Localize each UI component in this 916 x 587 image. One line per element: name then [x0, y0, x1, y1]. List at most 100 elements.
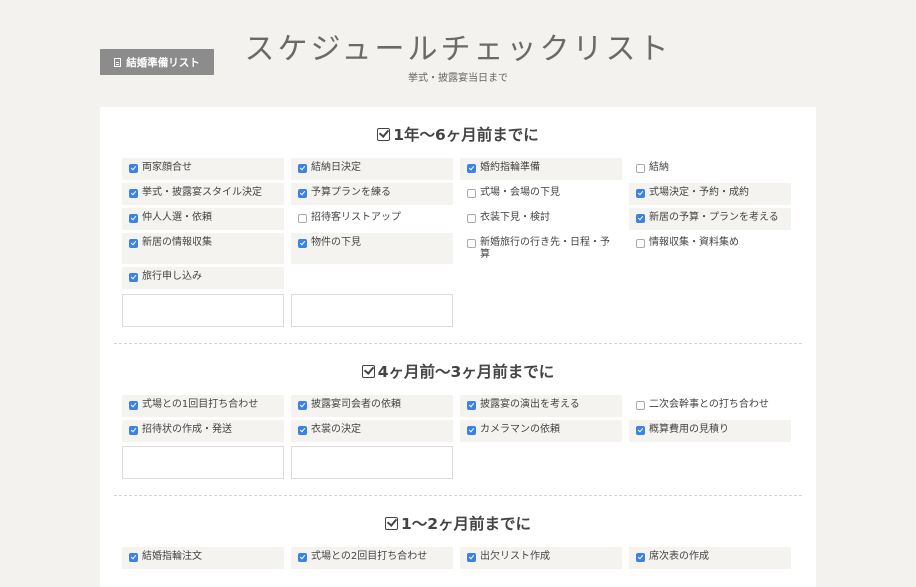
checklist-item-label: 旅行申し込み [142, 271, 202, 282]
checklist-item-label: 新居の予算・プランを考える [649, 212, 779, 223]
checkbox[interactable] [467, 188, 476, 198]
checkbox[interactable] [298, 213, 307, 223]
checklist-item-label: 出欠リスト作成 [480, 551, 550, 562]
custom-item-input[interactable] [122, 294, 284, 327]
checklist-item[interactable]: 出欠リスト作成 [460, 547, 622, 569]
checklist-item[interactable]: 結納 [629, 158, 791, 180]
checklist-item[interactable]: 新婚旅行の行き先・日程・予算 [460, 233, 622, 264]
checklist-panel: 1年〜6ヶ月前までに 両家顔合せ 結納日決定 婚約指輪準備 結納挙式・披露宴スタイル決… [100, 107, 816, 587]
checklist-item[interactable]: 結婚指輪注文 [122, 547, 284, 569]
checklist-item[interactable]: 新居の情報収集 [122, 233, 284, 264]
checklist-item[interactable]: 予算プランを練る [291, 183, 453, 205]
checklist-item[interactable]: 衣裳の決定 [291, 420, 453, 442]
checklist-item-label: 招待客リストアップ [311, 212, 401, 223]
section-title-2: 4ヶ月前〜3ヶ月前までに [100, 360, 816, 382]
checklist-item-label: 式場との1回目打ち合わせ [142, 399, 259, 410]
checklist-item[interactable]: 二次会幹事との打ち合わせ [629, 395, 791, 417]
checklist-item-label: 両家顔合せ [142, 162, 192, 173]
checklist-item[interactable]: 披露宴の演出を考える [460, 395, 622, 417]
checklist-item-label: 結納 [649, 162, 669, 173]
section-divider [114, 495, 802, 496]
checkbox[interactable] [129, 425, 138, 435]
checkbox[interactable] [129, 188, 138, 198]
checklist-item-label: 情報収集・資料集め [649, 237, 739, 248]
checklist-item-label: 席次表の作成 [649, 551, 709, 562]
checkbox[interactable] [467, 425, 476, 435]
checklist-item[interactable]: 仲人人選・依頼 [122, 208, 284, 230]
checklist-item-label: 式場との2回目打ち合わせ [311, 551, 428, 562]
checklist-item-label: 結納日決定 [311, 162, 361, 173]
checkbox[interactable] [298, 552, 307, 562]
custom-item-input[interactable] [291, 294, 453, 327]
checkbox[interactable] [467, 163, 476, 173]
checkbox[interactable] [636, 238, 645, 248]
checklist-item-label: 婚約指輪準備 [480, 162, 540, 173]
checkbox[interactable] [129, 238, 138, 248]
check-square-icon [384, 516, 398, 530]
checklist-grid-3: 結婚指輪注文 式場との2回目打ち合わせ 出欠リスト作成 席次表の作成 [122, 547, 794, 569]
page-title: スケジュールチェックリスト [244, 32, 672, 67]
custom-item-input[interactable] [291, 446, 453, 479]
checkbox[interactable] [129, 400, 138, 410]
checklist-item[interactable]: 情報収集・資料集め [629, 233, 791, 264]
checklist-item-label: 新居の情報収集 [142, 237, 212, 248]
checklist-item[interactable]: 衣装下見・検討 [460, 208, 622, 230]
checklist-item-label: 衣裳の決定 [311, 424, 361, 435]
checklist-grid-1: 両家顔合せ 結納日決定 婚約指輪準備 結納挙式・披露宴スタイル決定 予算プランを練る 式場… [122, 158, 794, 289]
checklist-item[interactable]: 式場との1回目打ち合わせ [122, 395, 284, 417]
check-square-icon [377, 127, 391, 141]
checklist-item[interactable]: 式場との2回目打ち合わせ [291, 547, 453, 569]
checklist-item-label: 衣装下見・検討 [480, 212, 550, 223]
checklist-item-label: 挙式・披露宴スタイル決定 [142, 187, 262, 198]
checklist-grid-2: 式場との1回目打ち合わせ 披露宴司会者の依頼 披露宴の演出を考える 二次会幹事との打ち… [122, 395, 794, 442]
checkbox[interactable] [298, 188, 307, 198]
checkbox[interactable] [129, 272, 138, 282]
checkbox[interactable] [129, 163, 138, 173]
checklist-item[interactable]: 新居の予算・プランを考える [629, 208, 791, 230]
checklist-item[interactable]: 結納日決定 [291, 158, 453, 180]
checklist-item[interactable]: カメラマンの依頼 [460, 420, 622, 442]
checkbox[interactable] [467, 400, 476, 410]
checklist-item-label: 披露宴の演出を考える [480, 399, 580, 410]
section-title-text: 4ヶ月前〜3ヶ月前までに [377, 363, 555, 381]
page-subtitle: 挙式・披露宴当日まで [408, 73, 508, 84]
checklist-item[interactable]: 式場・会場の下見 [460, 183, 622, 205]
checkbox[interactable] [636, 213, 645, 223]
checklist-item[interactable]: 概算費用の見積り [629, 420, 791, 442]
checkbox[interactable] [636, 400, 645, 410]
section-title-text: 1年〜6ヶ月前までに [393, 126, 539, 144]
checkbox[interactable] [298, 238, 307, 248]
checklist-item[interactable]: 両家顔合せ [122, 158, 284, 180]
checklist-item[interactable]: 披露宴司会者の依頼 [291, 395, 453, 417]
checkbox[interactable] [129, 213, 138, 223]
custom-item-input[interactable] [122, 446, 284, 479]
checkbox[interactable] [636, 188, 645, 198]
section-title-3: 1〜2ヶ月前までに [100, 512, 816, 534]
checkbox[interactable] [298, 400, 307, 410]
checklist-item[interactable]: 物件の下見 [291, 233, 453, 264]
checklist-item[interactable]: 婚約指輪準備 [460, 158, 622, 180]
checkbox[interactable] [636, 425, 645, 435]
checkbox[interactable] [298, 163, 307, 173]
checklist-item[interactable]: 挙式・披露宴スタイル決定 [122, 183, 284, 205]
checkbox[interactable] [467, 552, 476, 562]
checklist-item-label: 予算プランを練る [311, 187, 391, 198]
checkbox[interactable] [467, 238, 476, 248]
checkbox[interactable] [636, 163, 645, 173]
section-title-1: 1年〜6ヶ月前までに [100, 123, 816, 145]
checkbox[interactable] [129, 552, 138, 562]
checklist-item[interactable]: 旅行申し込み [122, 267, 284, 289]
checkbox[interactable] [636, 552, 645, 562]
checklist-item-label: 新婚旅行の行き先・日程・予算 [480, 237, 610, 260]
checkbox[interactable] [298, 425, 307, 435]
checklist-item-label: 物件の下見 [311, 237, 361, 248]
checklist-item[interactable]: 招待状の作成・発送 [122, 420, 284, 442]
checkbox[interactable] [467, 213, 476, 223]
check-square-icon [361, 364, 375, 378]
checklist-item[interactable]: 式場決定・予約・成約 [629, 183, 791, 205]
checklist-item-label: 二次会幹事との打ち合わせ [649, 399, 769, 410]
checklist-item-label: カメラマンの依頼 [480, 424, 560, 435]
checklist-item-label: 披露宴司会者の依頼 [311, 399, 401, 410]
checklist-item[interactable]: 席次表の作成 [629, 547, 791, 569]
checklist-item[interactable]: 招待客リストアップ [291, 208, 453, 230]
